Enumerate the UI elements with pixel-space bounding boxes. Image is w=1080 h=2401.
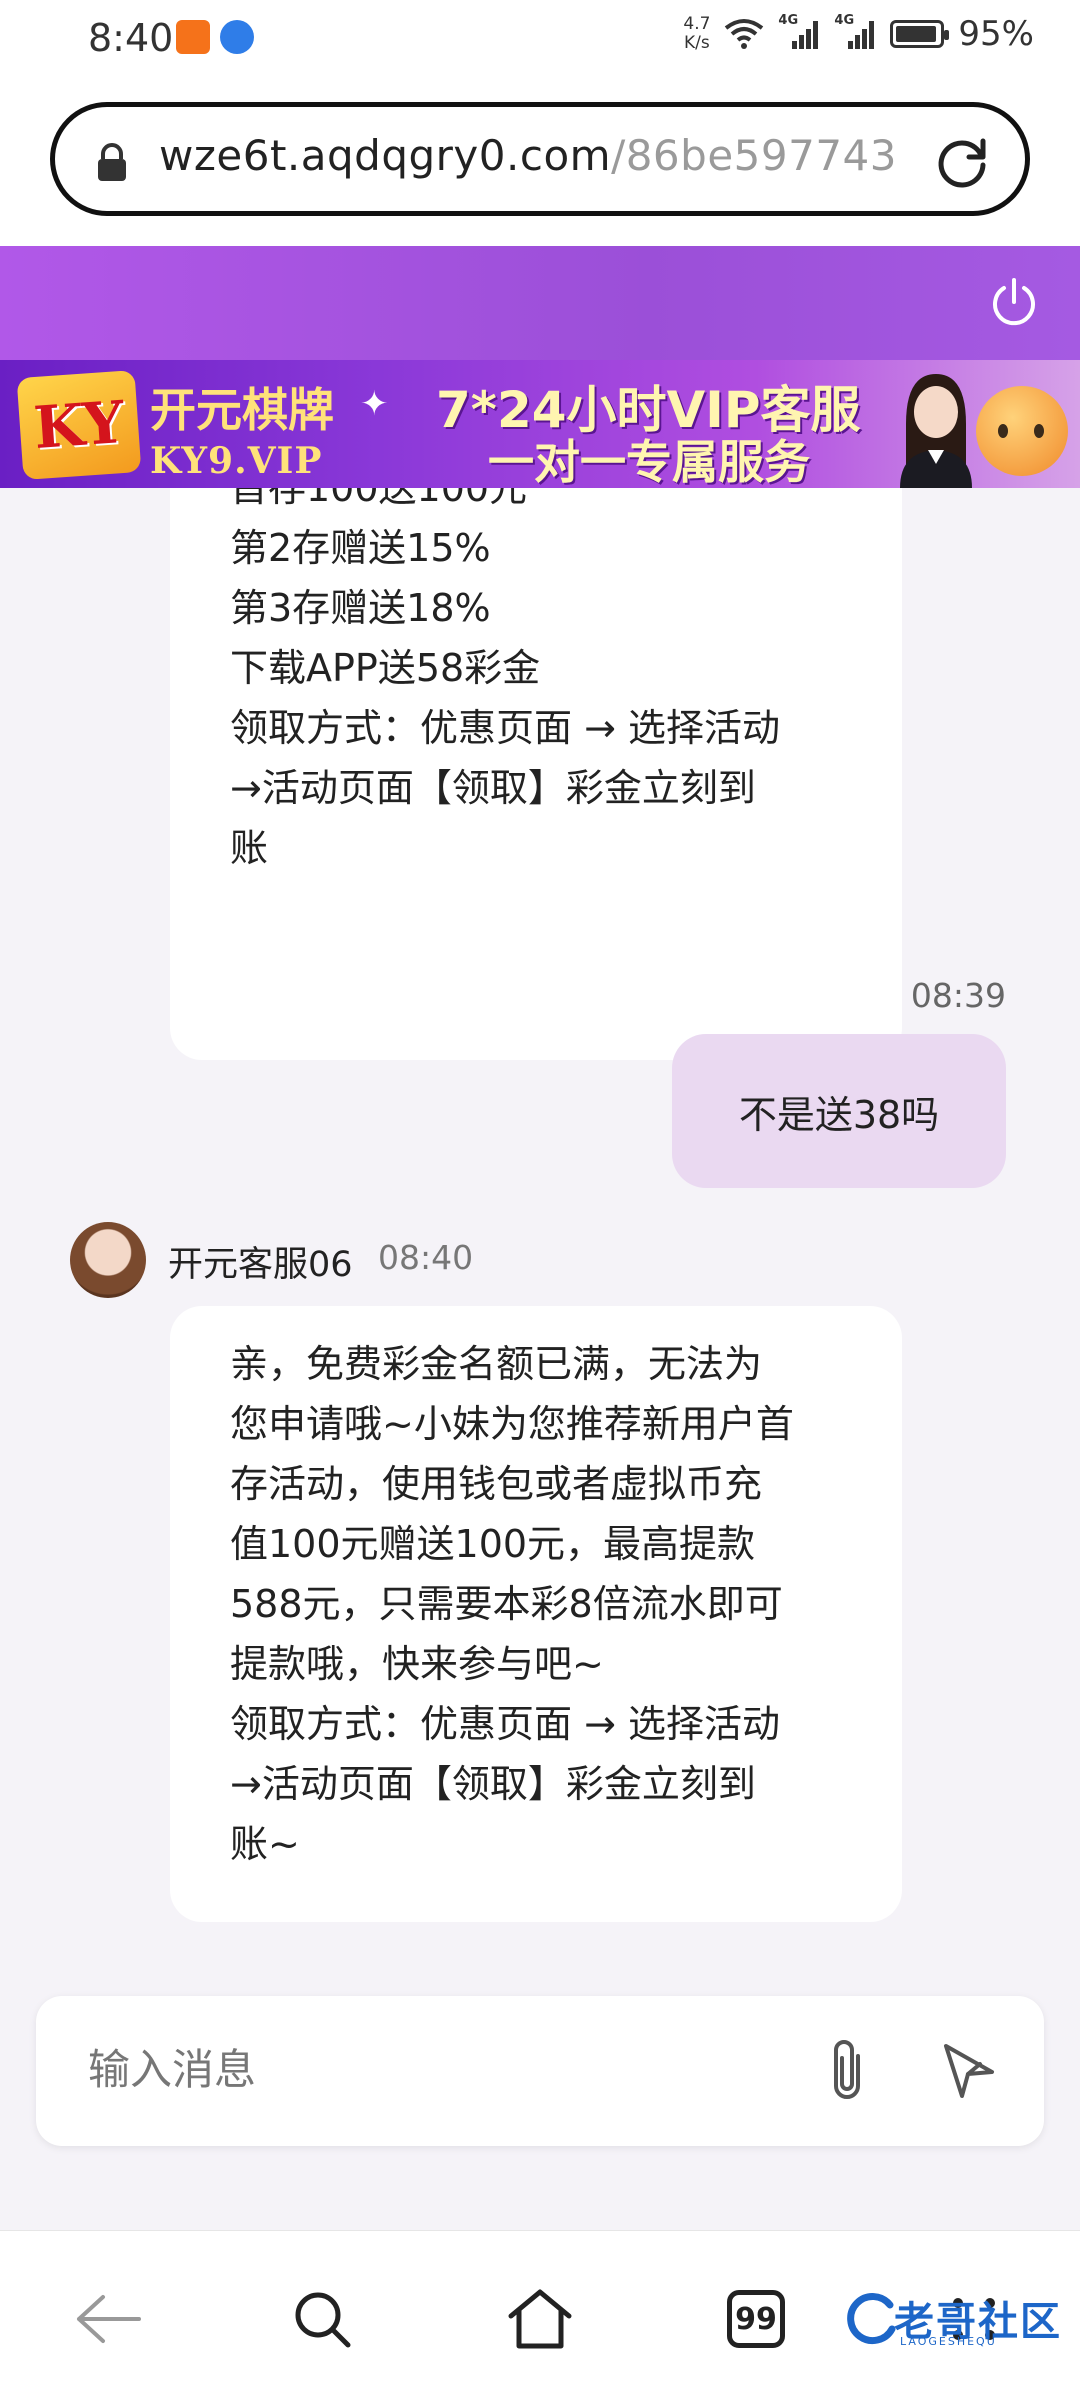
message-line: 值100元赠送100元，最高提款 [230, 1522, 756, 1566]
message-line: 第3存赠送18% [230, 586, 491, 630]
message-line: 账 [230, 826, 269, 870]
user-message-time: 08:39 [910, 976, 1006, 1015]
watermark-subtext: LAOGESHEQU [900, 2335, 997, 2348]
support-agent-image [900, 374, 972, 488]
taobao-notification-icon [176, 20, 210, 54]
message-line: →活动页面【领取】彩金立刻到 [230, 766, 756, 810]
url-domain: wze6t.aqdqgry0.com [159, 131, 612, 180]
chat-messages[interactable]: 首存100送100元 第2存赠送15% 第3存赠送18% 下载APP送58彩金 … [0, 488, 1080, 1988]
search-button[interactable] [282, 2279, 362, 2359]
power-icon[interactable] [986, 274, 1042, 330]
message-line: 亲，免费彩金名额已满，无法为 [230, 1342, 763, 1386]
message-line: 领取方式：优惠页面 → 选择活动 [230, 706, 780, 750]
status-indicators: 4.7 K/s 4G 4G 95% [683, 13, 1034, 54]
address-bar[interactable]: wze6t.aqdqgry0.com/86be597743 [50, 102, 1030, 216]
message-line: 首存100送100元 [230, 488, 528, 510]
message-line: 存活动，使用钱包或者虚拟币充 [230, 1462, 763, 1506]
battery-percent: 95% [958, 14, 1034, 54]
sparkle-icon: ✦ [360, 384, 389, 424]
message-line: 您申请哦~小妹为您推荐新用户首 [230, 1402, 794, 1446]
battery-icon [890, 20, 950, 48]
agent-message-bubble: 亲，免费彩金名额已满，无法为 您申请哦~小妹为您推荐新用户首 存活动，使用钱包或… [170, 1306, 902, 1922]
message-composer [36, 1996, 1044, 2146]
message-line: 提款哦，快来参与吧~ [230, 1642, 604, 1686]
message-input[interactable] [86, 2044, 790, 2095]
agent-message-time: 08:40 [378, 1238, 474, 1277]
promo-banner[interactable]: KY 开元棋牌 KY9.VIP ✦ 7*24小时VIP客服 一对一专属服务 [0, 360, 1080, 488]
search-icon [295, 2292, 351, 2348]
message-line: 账~ [230, 1822, 300, 1866]
banner-subtitle: 一对一专属服务 [488, 435, 810, 488]
url-text[interactable]: wze6t.aqdqgry0.com/86be597743 [159, 131, 949, 180]
back-arrow-icon [77, 2295, 141, 2343]
url-path: /86be597743 [611, 131, 897, 180]
browser-toolbar: wze6t.aqdqgry0.com/86be597743 [0, 82, 1080, 246]
wifi-icon [725, 19, 764, 49]
network-speed: 4.7 K/s [683, 14, 711, 53]
user-message-bubble: 不是送38吗 [672, 1034, 1006, 1188]
reload-icon[interactable] [933, 133, 991, 191]
paperclip-icon[interactable] [822, 2036, 872, 2106]
signal-4g-icon-1: 4G [778, 13, 820, 51]
message-line: →活动页面【领取】彩金立刻到 [230, 1762, 756, 1806]
message-line: 588元，只需要本彩8倍流水即可 [230, 1582, 783, 1626]
chat-header [0, 246, 1080, 360]
status-bar: 8:40 4.7 K/s 4G 4G 95% [0, 0, 1080, 82]
signal-4g-icon-2: 4G [834, 13, 876, 51]
ky-logo: KY [16, 370, 142, 480]
message-line: 第2存赠送15% [230, 526, 491, 570]
mascot-image [976, 386, 1068, 476]
lock-icon[interactable] [95, 143, 129, 183]
banner-brand-name: 开元棋牌 [150, 383, 334, 437]
back-button[interactable] [68, 2279, 148, 2359]
banner-brand-domain: KY9.VIP [150, 440, 323, 482]
watermark: 老哥社区 LAOGESHEQU [842, 2285, 1066, 2355]
agent-avatar[interactable] [70, 1222, 146, 1298]
browser-notification-icon [220, 20, 254, 54]
home-icon [508, 2289, 572, 2349]
watermark-logo-icon [847, 2293, 896, 2345]
message-line: 下载APP送58彩金 [230, 646, 541, 690]
agent-message-bubble: 首存100送100元 第2存赠送15% 第3存赠送18% 下载APP送58彩金 … [170, 488, 902, 1060]
banner-brand: 开元棋牌 KY9.VIP [150, 374, 334, 482]
home-button[interactable] [500, 2279, 580, 2359]
browser-bottom-nav: 99 老哥社区 LAOGESHEQU [0, 2230, 1080, 2401]
status-time: 8:40 [88, 16, 174, 60]
tabs-button[interactable]: 99 [716, 2279, 796, 2359]
agent-name: 开元客服06 [168, 1245, 353, 1285]
tabs-count: 99 [727, 2290, 785, 2348]
message-line: 领取方式：优惠页面 → 选择活动 [230, 1702, 780, 1746]
send-icon[interactable] [936, 2038, 1000, 2102]
